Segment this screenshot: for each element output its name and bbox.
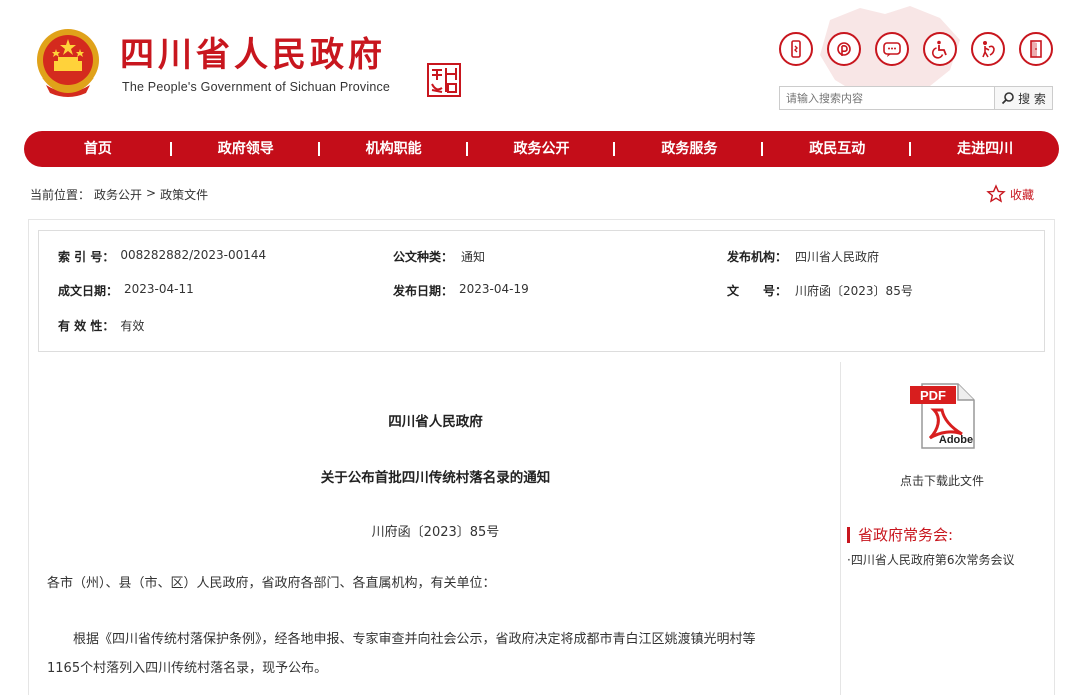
meta-doc-type-key: 公文种类： [393, 250, 454, 264]
breadcrumb-item-gov-affairs[interactable]: 政务公开 [94, 186, 142, 203]
meta-doc-type-value: 通知 [461, 250, 486, 264]
star-icon [986, 184, 1006, 203]
nav-item-interaction[interactable]: 政民互动 [763, 131, 912, 167]
top-icon-bar [779, 32, 1053, 66]
search-button-label: 搜 索 [1018, 91, 1046, 106]
meta-issuer-key: 发布机构： [727, 250, 788, 264]
heading-accent-bar [847, 526, 850, 543]
elderly-care-icon[interactable] [971, 32, 1005, 66]
breadcrumb: 当前位置： 政务公开 > 政策文件 [30, 186, 208, 203]
search-input[interactable] [779, 86, 995, 110]
breadcrumb-prefix: 当前位置： [30, 188, 91, 202]
document-title: 关于公布首批四川传统村落名录的通知 [320, 470, 551, 486]
sidebar-section-heading: 省政府常务会: [847, 524, 953, 545]
document-salutation: 各市（州）、县（市、区）人民政府，省政府各部门、各直属机构，有关单位： [47, 576, 496, 591]
meta-written-date: 成文日期： 2023-04-11 [58, 282, 194, 299]
document-metadata: 索 引 号： 008282882/2023-00144 公文种类： 通知 发布机… [38, 230, 1045, 352]
meta-validity-key: 有 效 性： [58, 319, 115, 333]
meta-doc-no-key: 文 号： [727, 284, 788, 298]
meta-issuer: 发布机构： 四川省人民政府 [727, 248, 879, 265]
meta-written-date-key: 成文日期： [58, 284, 119, 298]
favorite-button[interactable]: 收藏 [986, 184, 1034, 204]
site-subtitle: The People's Government of Sichuan Provi… [122, 80, 391, 94]
nav-item-leaders[interactable]: 政府领导 [172, 131, 320, 167]
meta-publish-date-value: 2023-04-19 [459, 282, 529, 296]
exit-icon[interactable] [1019, 32, 1053, 66]
breadcrumb-item-policy-docs[interactable]: 政策文件 [160, 186, 208, 203]
meta-index-no-value: 008282882/2023-00144 [120, 248, 267, 262]
weibo-icon[interactable] [827, 32, 861, 66]
meta-index-no: 索 引 号： 008282882/2023-00144 [58, 248, 266, 265]
document-issuer-title: 四川省人民政府 [388, 414, 483, 430]
nav-item-functions[interactable]: 机构职能 [320, 131, 468, 167]
pdf-brand-text: Adobe [939, 434, 973, 446]
document-body-line-2: 1165个村落列入四川传统村落名录，现予公布。 [47, 661, 328, 676]
meta-index-no-key: 索 引 号： [58, 250, 115, 264]
wechat-icon[interactable] [875, 32, 909, 66]
site-header: 四川省人民政府 The People's Government of Sichu… [0, 0, 1080, 125]
meta-written-date-value: 2023-04-11 [124, 282, 194, 296]
seal-logo-icon [427, 63, 461, 97]
favorite-label: 收藏 [1010, 187, 1035, 202]
meta-validity: 有 效 性： 有效 [58, 317, 144, 334]
meta-publish-date: 发布日期： 2023-04-19 [393, 282, 529, 299]
meta-validity-value: 有效 [120, 319, 145, 333]
breadcrumb-separator: > [146, 186, 157, 200]
nav-item-home[interactable]: 首页 [24, 131, 172, 167]
search-icon [1001, 92, 1014, 105]
meta-doc-type: 公文种类： 通知 [393, 248, 485, 265]
sidebar-section-title: 省政府常务会: [858, 526, 954, 544]
document-number: 川府函〔2023〕85号 [371, 525, 500, 540]
search-bar: 搜 索 [779, 86, 1053, 110]
main-nav: 首页 政府领导 机构职能 政务公开 政务服务 政民互动 走进四川 [24, 131, 1059, 167]
national-emblem-icon [37, 29, 99, 97]
accessibility-icon[interactable] [923, 32, 957, 66]
sidebar-item-meeting[interactable]: ·四川省人民政府第6次常务会议 [847, 551, 1014, 568]
nav-item-about-sichuan[interactable]: 走进四川 [911, 131, 1059, 167]
search-button[interactable]: 搜 索 [995, 86, 1053, 110]
meta-doc-no: 文 号： 川府函〔2023〕85号 [727, 282, 913, 299]
nav-item-gov-affairs[interactable]: 政务公开 [468, 131, 616, 167]
nav-item-services[interactable]: 政务服务 [615, 131, 764, 167]
content-divider [840, 362, 841, 695]
document-body-line-1: 根据《四川省传统村落保护条例》，经各地申报、专家审查并向社会公示，省政府决定将成… [73, 632, 756, 647]
download-file-link[interactable]: 点击下载此文件 [842, 472, 1042, 489]
site-title[interactable]: 四川省人民政府 [120, 34, 386, 76]
meta-publish-date-key: 发布日期： [393, 284, 454, 298]
mobile-icon[interactable] [779, 32, 813, 66]
pdf-download-icon[interactable]: PDF Adobe [908, 380, 980, 452]
pdf-badge-text: PDF [920, 388, 946, 403]
meta-issuer-value: 四川省人民政府 [795, 250, 880, 264]
meta-doc-no-value: 川府函〔2023〕85号 [795, 284, 913, 298]
